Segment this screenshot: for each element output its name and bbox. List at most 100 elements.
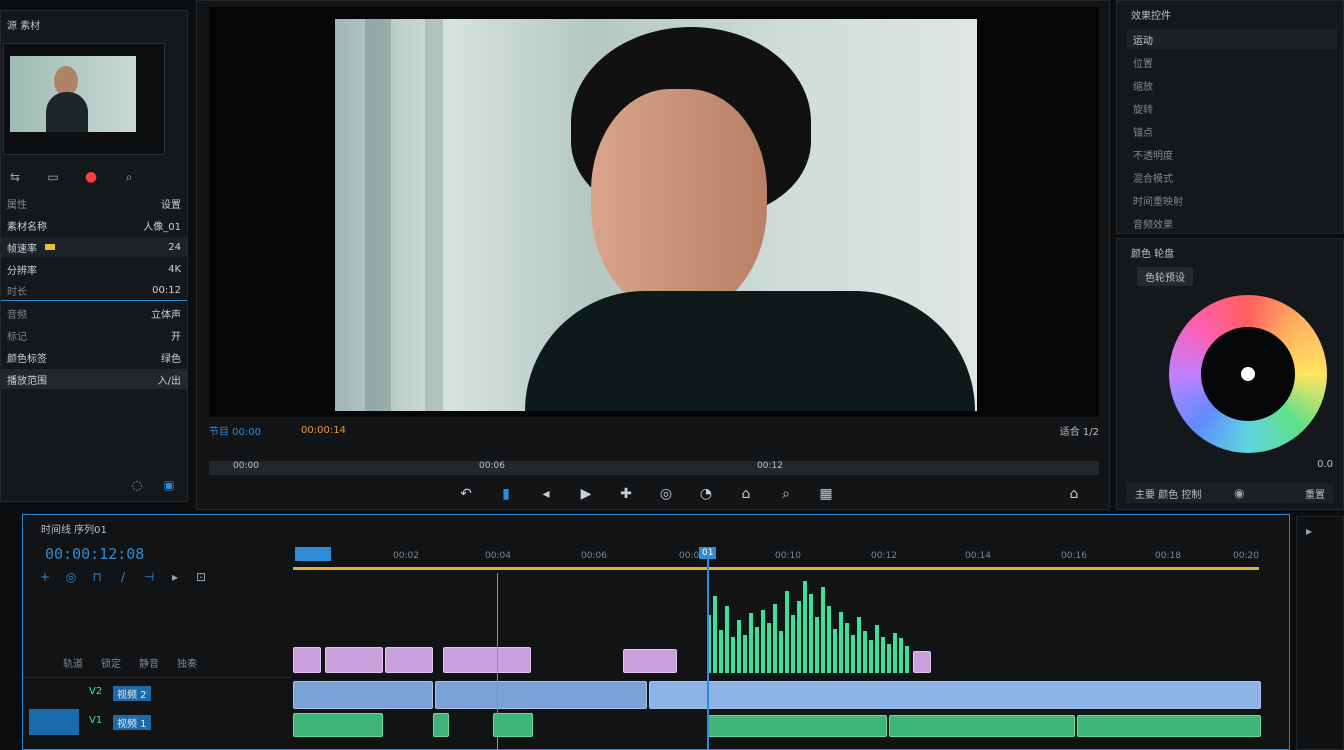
side-panel: ▸ <box>1296 516 1344 750</box>
ruler-label: 00:02 <box>393 551 419 561</box>
magnet-icon[interactable]: ⊓ <box>89 569 105 585</box>
add-icon[interactable]: + <box>37 569 53 585</box>
source-thumbnail[interactable] <box>3 43 165 155</box>
add-marker-icon[interactable]: ✚ <box>613 483 639 505</box>
effect-item[interactable]: 位置 <box>1127 52 1337 72</box>
source-footer: ◌ ▣ <box>129 477 177 493</box>
panel-menu-icon[interactable]: ▸ <box>1301 523 1317 539</box>
orange-marker-line[interactable] <box>497 573 498 749</box>
ripple-icon[interactable]: ⊣ <box>141 569 157 585</box>
ruler-label: 00:12 <box>871 551 897 561</box>
insert-icon[interactable]: ▮ <box>493 483 519 505</box>
color-footer-label[interactable]: 主要 颜色 控制 <box>1135 486 1201 501</box>
clip[interactable] <box>293 647 321 673</box>
source-properties: 属性 设置 素材名称 人像_01 帧速率 24 分辨率 4K 时长 00:12 音频 立体声… <box>1 193 187 393</box>
color-footer: 主要 颜色 控制 ◉ 重置 <box>1127 483 1333 503</box>
ruler-label: 00:04 <box>485 551 511 561</box>
search-icon[interactable]: ⌕ <box>121 169 137 185</box>
viewer-timebar[interactable]: 00:00 00:06 00:12 <box>209 461 1099 475</box>
camera-icon[interactable]: ▭ <box>45 169 61 185</box>
timeline-timecode[interactable]: 00:00:12:08 <box>45 545 144 563</box>
settings-icon[interactable]: ⊡ <box>193 569 209 585</box>
in-point-marker[interactable] <box>295 547 331 561</box>
timeline-panel: 时间线 序列01 00:00:12:08 + ◎ ⊓ ∕ ⊣ ▸ ⊡ 轨道 锁定… <box>22 514 1290 750</box>
audio-waveform[interactable] <box>707 577 913 673</box>
prop-row[interactable]: 帧速率 24 <box>1 237 187 257</box>
grid-icon[interactable]: ▦ <box>813 483 839 505</box>
track-target-button[interactable] <box>29 709 79 735</box>
clip[interactable] <box>913 651 931 673</box>
effect-item[interactable]: 音频效果 <box>1127 213 1337 233</box>
export-frame-icon[interactable]: ⌂ <box>733 483 759 505</box>
timeline-ruler[interactable]: 00:02 00:04 00:06 00:08 00:10 00:12 00:1… <box>293 549 1263 573</box>
playhead-line[interactable] <box>707 549 709 749</box>
effect-item[interactable]: 运动 <box>1127 29 1337 49</box>
audio-clip[interactable] <box>1077 715 1261 737</box>
video-clip[interactable] <box>293 681 433 709</box>
color-wheel[interactable] <box>1169 295 1327 453</box>
ruler-label: 00:16 <box>1061 551 1087 561</box>
color-wheel-handle[interactable] <box>1241 367 1255 381</box>
source-controls: ⇆ ▭ ● ⌕ <box>7 167 177 187</box>
effects-header: 效果控件 <box>1131 11 1171 22</box>
prop-row[interactable]: 播放范围 入/出 <box>1 369 187 389</box>
timeline-title: 时间线 序列01 <box>41 525 107 536</box>
person-face <box>591 89 767 315</box>
prop-row[interactable]: 属性 设置 <box>1 193 187 213</box>
prop-row[interactable]: 音频 立体声 <box>1 303 187 323</box>
color-reset[interactable]: 重置 <box>1305 486 1325 501</box>
zoom-icon[interactable]: ◔ <box>693 483 719 505</box>
play-icon[interactable]: ▶ <box>573 483 599 505</box>
loop-icon[interactable]: ◎ <box>653 483 679 505</box>
prop-row[interactable]: 素材名称 人像_01 <box>1 215 187 235</box>
video-clip[interactable] <box>435 681 647 709</box>
audio-clip[interactable] <box>889 715 1075 737</box>
track-v1-header[interactable]: V1 视频 1 <box>23 707 291 735</box>
timecode-icon[interactable]: ⌕ <box>773 483 799 505</box>
clip[interactable] <box>385 647 433 673</box>
prop-row[interactable]: 时长 00:12 <box>1 281 187 301</box>
work-area-bar[interactable] <box>293 567 1259 570</box>
step-back-icon[interactable]: ◂ <box>533 483 559 505</box>
home-icon[interactable]: ⌂ <box>1061 483 1087 505</box>
prop-row[interactable]: 标记开 <box>1 325 187 345</box>
clip[interactable] <box>623 649 677 673</box>
rewind-icon[interactable]: ⇆ <box>7 169 23 185</box>
track-v2-header[interactable]: V2 视频 2 <box>23 677 291 706</box>
audio-clip[interactable] <box>293 713 383 737</box>
refresh-icon[interactable]: ◌ <box>129 477 145 493</box>
video-clip[interactable] <box>649 681 1261 709</box>
audio-clip[interactable] <box>707 715 887 737</box>
effects-panel: 效果控件 运动 位置 缩放 旋转 锚点 不透明度 混合模式 时间重映射 音频效果 <box>1116 0 1344 234</box>
effect-item[interactable]: 缩放 <box>1127 75 1337 95</box>
record-icon[interactable]: ● <box>83 169 99 185</box>
viewer-left-info[interactable]: 节目 00:00 <box>209 423 261 438</box>
clip[interactable] <box>443 647 531 673</box>
prop-row[interactable]: 颜色标签 绿色 <box>1 347 187 367</box>
export-icon[interactable]: ▣ <box>161 477 177 493</box>
color-panel: 颜色 轮盘 色轮预设 0.0 主要 颜色 控制 ◉ 重置 <box>1116 238 1344 510</box>
audio-clip[interactable] <box>433 713 449 737</box>
portrait-image <box>335 19 977 411</box>
timeline-tools: + ◎ ⊓ ∕ ⊣ ▸ ⊡ <box>37 569 209 585</box>
program-monitor: 节目 00:00 00:00:14 适合 1/2 00:00 00:06 00:… <box>196 0 1110 510</box>
clip[interactable] <box>325 647 383 673</box>
effect-item[interactable]: 旋转 <box>1127 98 1337 118</box>
palette-icon[interactable]: ◉ <box>1231 485 1247 501</box>
undo-icon[interactable]: ↶ <box>453 483 479 505</box>
effect-item[interactable]: 混合模式 <box>1127 167 1337 187</box>
viewer-info-bar: 节目 00:00 00:00:14 适合 1/2 <box>209 421 1099 439</box>
effect-item[interactable]: 时间重映射 <box>1127 190 1337 210</box>
viewer-right-info[interactable]: 适合 1/2 <box>1060 423 1099 438</box>
effect-item[interactable]: 不透明度 <box>1127 144 1337 164</box>
link-icon[interactable]: ◎ <box>63 569 79 585</box>
color-preset-button[interactable]: 色轮预设 <box>1137 267 1193 286</box>
razor-icon[interactable]: ∕ <box>115 569 131 585</box>
ruler-label: 00:06 <box>581 551 607 561</box>
marker-icon[interactable]: ▸ <box>167 569 183 585</box>
audio-clip[interactable] <box>493 713 533 737</box>
viewer-canvas[interactable] <box>209 7 1099 417</box>
color-value: 0.0 <box>1317 459 1333 470</box>
prop-row[interactable]: 分辨率 4K <box>1 259 187 279</box>
effect-item[interactable]: 锚点 <box>1127 121 1337 141</box>
